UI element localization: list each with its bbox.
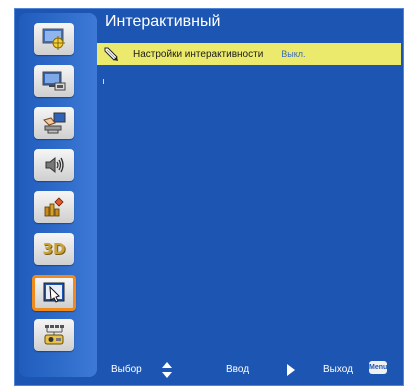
sidebar: 3D <box>19 13 97 377</box>
pen-icon <box>104 47 118 61</box>
interactive-icon[interactable] <box>32 275 76 311</box>
menu-row-label: Настройки интерактивности <box>133 48 264 60</box>
page-title: Интерактивный <box>105 13 221 30</box>
osd-menu-panel: 3D Интерактивный Настройки интерактивнос… <box>14 8 404 386</box>
menu-row-value: Выкл. <box>281 49 306 59</box>
menu-content: Настройки интерактивности Выкл. <box>97 37 401 337</box>
screen: 3D Интерактивный Настройки интерактивнос… <box>0 0 420 392</box>
menu-row-interactive-settings[interactable]: Настройки интерактивности Выкл. <box>97 43 401 65</box>
3d-label: 3D <box>42 240 66 258</box>
up-down-arrow-icon <box>161 361 173 382</box>
audio-icon[interactable] <box>34 149 74 181</box>
footer-hint-bar: Выбор Ввод Выход Menu <box>111 361 401 381</box>
right-arrow-icon <box>286 363 296 380</box>
options-icon[interactable] <box>34 191 74 223</box>
select-hint-label: Выбор <box>111 364 142 375</box>
display-settings-icon[interactable] <box>34 65 74 97</box>
3d-icon[interactable]: 3D <box>34 233 74 265</box>
setup-icon[interactable] <box>34 107 74 139</box>
enter-hint-label: Ввод <box>226 364 250 375</box>
scroll-marker <box>103 79 104 84</box>
image-settings-icon[interactable] <box>34 23 74 55</box>
exit-hint-label: Выход <box>323 364 353 375</box>
network-icon[interactable] <box>34 319 74 351</box>
menu-key-icon: Menu <box>369 361 387 374</box>
